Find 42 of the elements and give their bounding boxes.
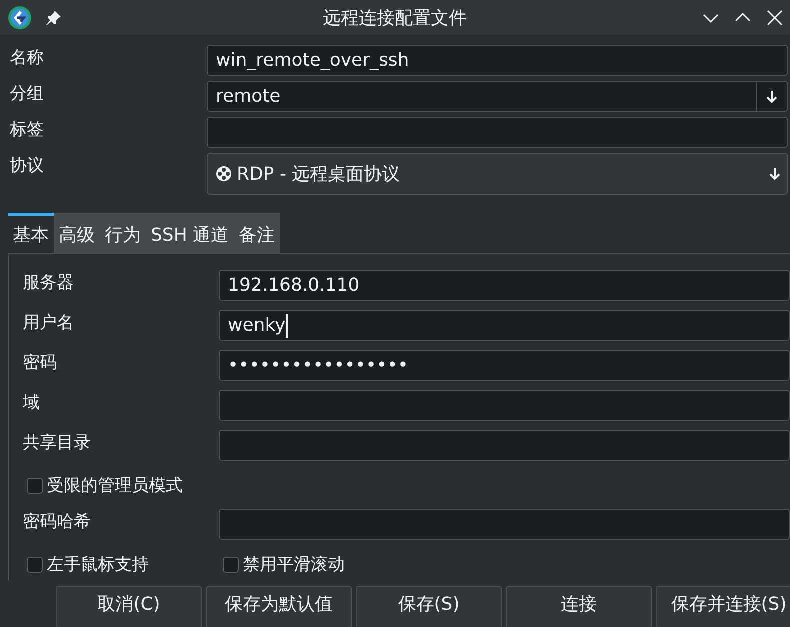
input-field[interactable]: wenky <box>219 310 790 341</box>
input-field[interactable] <box>219 390 790 421</box>
window-title: 远程连接配置文件 <box>322 6 468 30</box>
input-field[interactable]: 192.168.0.110 <box>219 270 790 301</box>
field-label: 用户名 <box>23 312 75 333</box>
field-label: 标签 <box>10 119 45 140</box>
field-label: 共享目录 <box>23 432 92 453</box>
close-button[interactable] <box>766 8 784 26</box>
field-label: 服务器 <box>23 272 75 293</box>
input-field[interactable]: win_remote_over_ssh <box>207 45 788 76</box>
input-field[interactable]: ••••••••••••••••• <box>219 350 790 381</box>
dialog-button[interactable]: 保存为默认值 <box>206 586 352 627</box>
field-label: 域 <box>23 392 41 413</box>
field-label: 分组 <box>10 83 45 104</box>
dialog-button[interactable]: 保存(S) <box>356 586 502 627</box>
input-field[interactable] <box>219 509 790 540</box>
protocol-dropdown[interactable]: RDP - 远程桌面协议 <box>207 153 788 195</box>
tab[interactable]: SSH 通道 <box>146 213 234 253</box>
tab[interactable]: 行为 <box>100 213 146 253</box>
input-field[interactable] <box>219 430 790 461</box>
checkbox[interactable] <box>27 478 43 494</box>
group-dropdown[interactable]: remote <box>207 81 788 112</box>
input-field[interactable] <box>207 117 788 148</box>
checkbox[interactable] <box>223 557 239 573</box>
field-label: 名称 <box>10 47 45 68</box>
protocol-icon <box>216 166 232 182</box>
dialog-button[interactable]: 连接 <box>506 586 652 627</box>
tab[interactable]: 高级 <box>54 213 100 253</box>
checkbox[interactable] <box>27 557 43 573</box>
checkbox-label[interactable]: 左手鼠标支持 <box>47 555 149 575</box>
app-icon <box>8 6 32 30</box>
checkbox-label[interactable]: 受限的管理员模式 <box>47 476 183 496</box>
pin-icon[interactable] <box>46 10 62 26</box>
checkbox-label[interactable]: 禁用平滑滚动 <box>243 555 345 575</box>
field-label: 密码哈希 <box>23 511 92 532</box>
dialog-button[interactable]: 保存并连接(S) <box>656 586 790 627</box>
dialog-button[interactable]: 取消(C) <box>56 586 202 627</box>
field-label: 密码 <box>23 352 58 373</box>
down-arrow-icon <box>766 90 778 104</box>
tab[interactable]: 备注 <box>234 213 280 253</box>
down-arrow-icon <box>769 167 781 181</box>
field-label: 协议 <box>10 155 45 176</box>
